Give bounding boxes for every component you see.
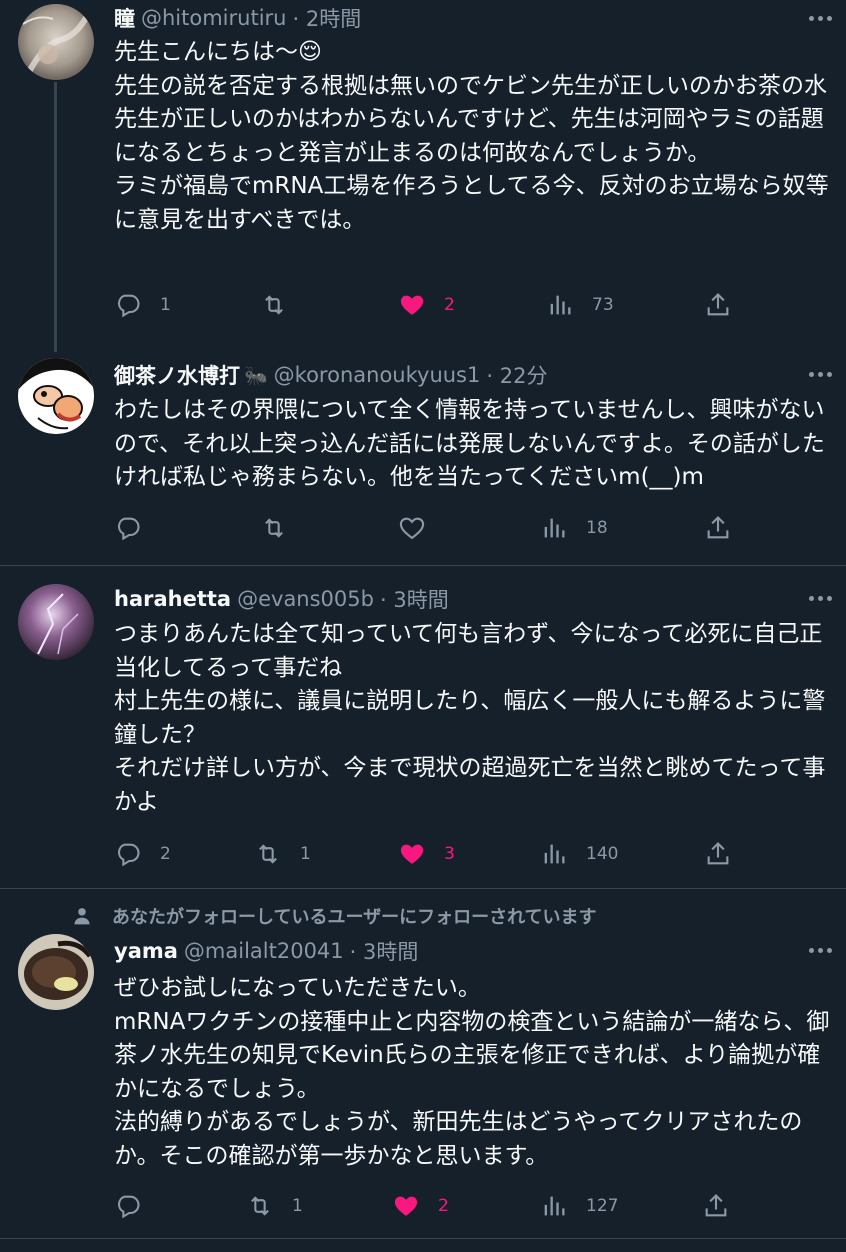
user-handle[interactable]: @hitomirutiru <box>141 6 286 30</box>
name-emoji: 🐜 <box>244 364 268 387</box>
display-name[interactable]: harahetta <box>114 587 231 611</box>
retweet-button[interactable] <box>260 285 306 325</box>
reply-button[interactable]: 1 <box>114 285 171 325</box>
reply-icon <box>117 843 140 867</box>
reply-icon <box>117 517 140 541</box>
divider <box>0 888 846 889</box>
views-button[interactable]: 127 <box>540 1186 618 1226</box>
view-count: 140 <box>586 844 619 864</box>
tweet-3[interactable]: harahetta @evans005b · 3時間 つまりあんたは全て知ってい… <box>0 582 846 884</box>
views-button[interactable]: 18 <box>540 508 608 548</box>
display-name[interactable]: yama <box>114 939 178 963</box>
tweet-text: 先生こんにちは〜😌 先生の説を否定する根拠は無いのでケビン先生が正しいのかお茶の… <box>114 39 829 233</box>
social-context: あなたがフォローしているユーザーにフォローされています <box>72 902 597 930</box>
reply-count: 2 <box>160 844 171 864</box>
tweet-2[interactable]: 御茶ノ水博打 🐜 @koronanoukyuus1 · 22分 わたしはその界隈… <box>0 358 846 566</box>
tweet-header: 瞳 @hitomirutiru · 2時間 <box>114 3 361 33</box>
like-button[interactable]: 3 <box>398 834 455 874</box>
reply-count: 1 <box>160 295 171 315</box>
like-button[interactable]: 2 <box>392 1186 449 1226</box>
tweet-header: harahetta @evans005b · 3時間 <box>114 584 449 614</box>
heart-icon <box>394 1196 418 1216</box>
more-options-button[interactable] <box>802 4 838 32</box>
tweet-4[interactable]: あなたがフォローしているユーザーにフォローされています yama @mailal… <box>0 900 846 1238</box>
retweet-icon <box>251 1196 269 1216</box>
like-count: 2 <box>444 295 455 315</box>
retweet-icon <box>265 295 283 315</box>
reply-icon <box>117 294 140 318</box>
view-count: 73 <box>592 295 614 315</box>
avatar[interactable] <box>18 358 94 434</box>
user-handle[interactable]: @evans005b <box>237 587 374 611</box>
views-button[interactable]: 73 <box>546 285 614 325</box>
retweet-button[interactable]: 1 <box>254 834 311 874</box>
timestamp[interactable]: · 3時間 <box>380 584 449 614</box>
tweet-text: つまりあんたは全て知っていて何も言わず、今になって必死に自己正当化してるって事だ… <box>114 621 826 815</box>
share-button[interactable] <box>704 508 732 548</box>
share-icon <box>707 516 729 539</box>
retweet-count: 1 <box>300 844 311 864</box>
user-handle[interactable]: @mailalt20041 <box>184 939 344 963</box>
tweet-1[interactable]: 瞳 @hitomirutiru · 2時間 先生こんにちは〜😌 先生の説を否定す… <box>0 0 846 352</box>
reply-button[interactable]: 2 <box>114 834 171 874</box>
tweet-text: わたしはその界隈について全く情報を持っていませんし、興味がないので、それ以上突っ… <box>114 397 825 490</box>
retweet-button[interactable] <box>260 508 306 548</box>
timestamp[interactable]: · 3時間 <box>350 936 419 966</box>
user-handle[interactable]: @koronanoukyuus1 <box>274 363 481 387</box>
person-icon <box>74 908 90 925</box>
timestamp[interactable]: · 2時間 <box>292 3 361 33</box>
reply-icon <box>117 1195 140 1219</box>
share-icon <box>707 293 729 316</box>
tweet-actions: 18 <box>114 508 834 548</box>
divider <box>0 565 846 566</box>
share-button[interactable] <box>704 834 732 874</box>
views-icon <box>544 1196 565 1216</box>
view-count: 18 <box>586 518 608 538</box>
share-button[interactable] <box>702 1186 730 1226</box>
tweet-actions: 1 2 127 <box>114 1186 834 1226</box>
tweet-actions: 1 2 73 <box>114 285 834 325</box>
tweet-header: yama @mailalt20041 · 3時間 <box>114 936 418 966</box>
heart-outline-icon <box>399 517 425 540</box>
views-button[interactable]: 140 <box>540 834 618 874</box>
display-name[interactable]: 御茶ノ水博打 <box>114 360 240 390</box>
view-count: 127 <box>586 1196 619 1216</box>
divider <box>0 1238 846 1252</box>
share-icon <box>707 842 729 865</box>
avatar[interactable] <box>18 4 94 80</box>
share-button[interactable] <box>704 285 732 325</box>
avatar[interactable] <box>18 934 94 1010</box>
reply-button[interactable] <box>114 1186 160 1226</box>
retweet-icon <box>259 844 277 864</box>
avatar[interactable] <box>18 584 94 660</box>
like-count: 2 <box>438 1196 449 1216</box>
tweet-text: ぜひお試しになっていただきたい。 mRNAワクチンの接種中止と内容物の検査という… <box>114 975 830 1169</box>
tweet-header: 御茶ノ水博打 🐜 @koronanoukyuus1 · 22分 <box>114 360 547 390</box>
views-icon <box>544 844 565 864</box>
more-options-button[interactable] <box>802 360 838 388</box>
social-context-text: あなたがフォローしているユーザーにフォローされています <box>112 907 597 928</box>
tweet-actions: 2 1 3 140 <box>114 834 834 874</box>
timestamp[interactable]: · 22分 <box>486 360 547 390</box>
views-icon <box>544 518 565 538</box>
heart-icon <box>400 295 424 315</box>
like-button[interactable]: 2 <box>398 285 455 325</box>
reply-button[interactable] <box>114 508 160 548</box>
share-icon <box>705 1194 727 1217</box>
more-options-button[interactable] <box>802 584 838 612</box>
retweet-button[interactable]: 1 <box>246 1186 303 1226</box>
display-name[interactable]: 瞳 <box>114 3 135 33</box>
like-button[interactable] <box>398 508 444 548</box>
retweet-icon <box>265 518 283 538</box>
like-count: 3 <box>444 844 455 864</box>
heart-icon <box>400 844 424 864</box>
retweet-count: 1 <box>292 1196 303 1216</box>
thread-line <box>54 82 57 352</box>
more-options-button[interactable] <box>802 936 838 964</box>
views-icon <box>550 295 571 315</box>
